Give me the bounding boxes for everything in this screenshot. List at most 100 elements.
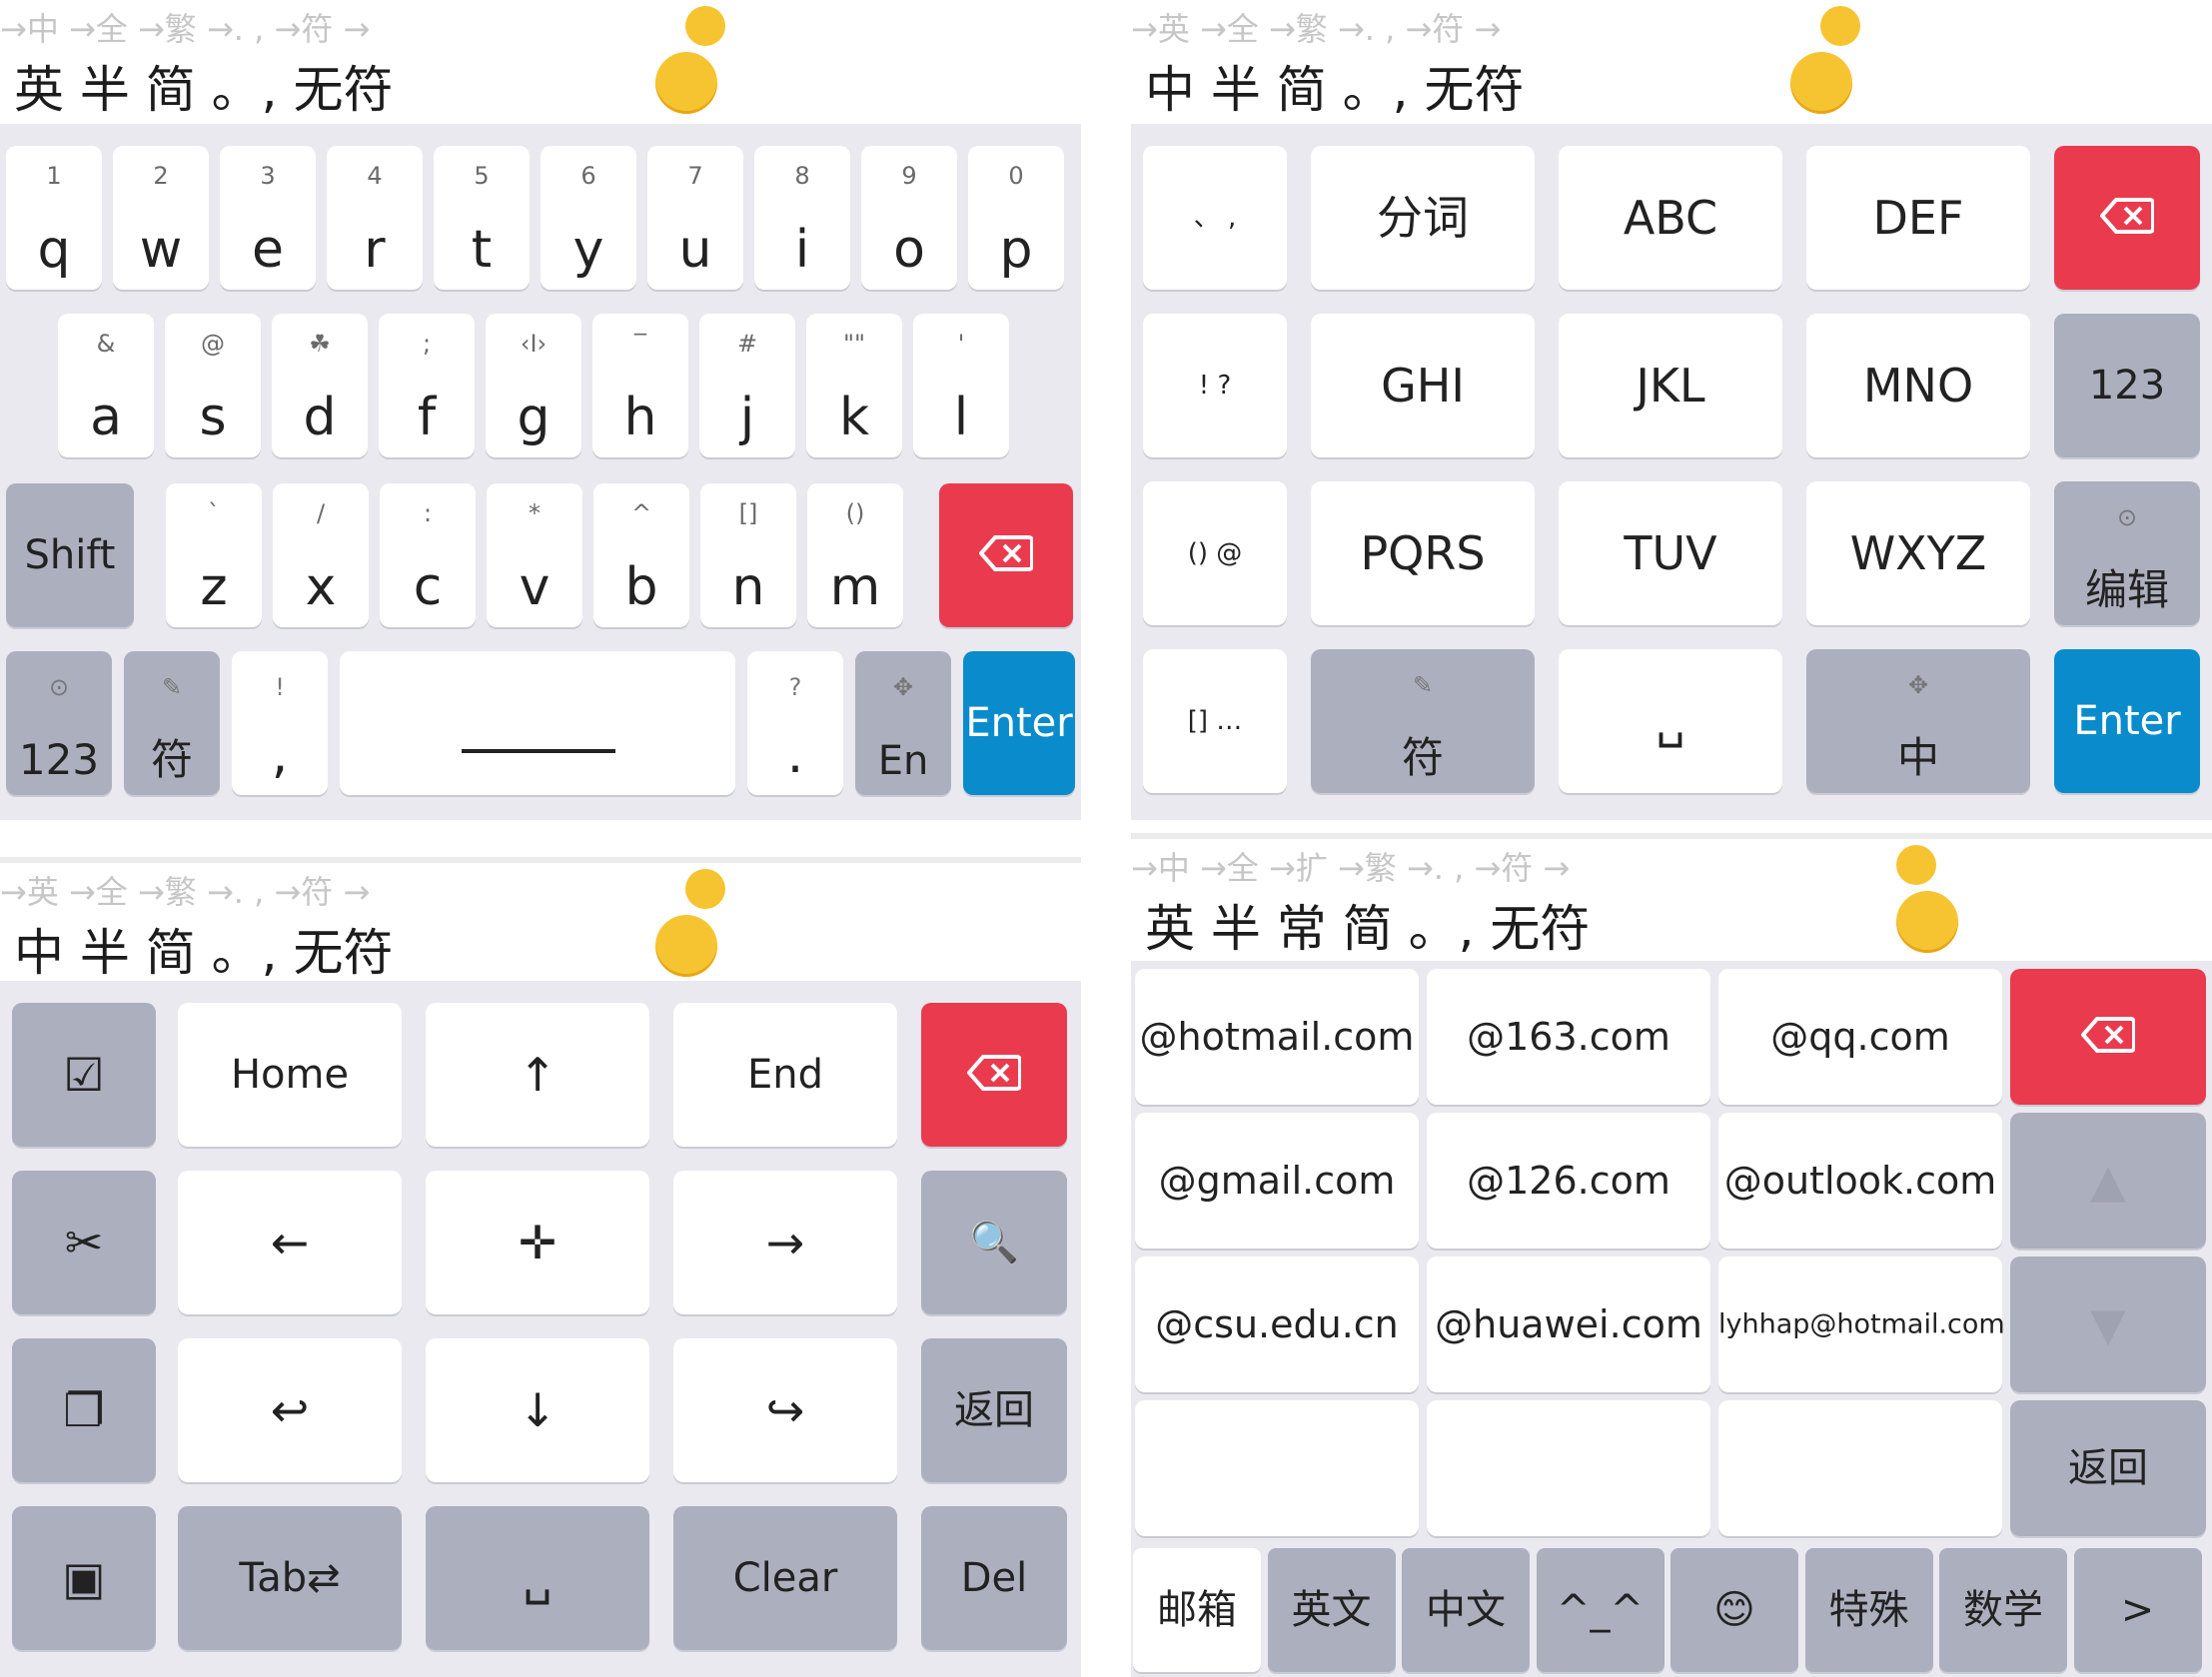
email-suggestion-key[interactable]: lyhhap@hotmail.com bbox=[1718, 1257, 2005, 1392]
letter-key-17[interactable]: "" k bbox=[806, 314, 902, 457]
abc-key[interactable]: ABC bbox=[1559, 146, 1782, 290]
category-tab[interactable]: > bbox=[2073, 1548, 2202, 1672]
mode-switches[interactable]: 英 半 常 简 。, 无符 bbox=[1145, 889, 1590, 961]
category-tab[interactable]: 数学 bbox=[1939, 1548, 2067, 1672]
email-suggestion-key[interactable]: @outlook.com bbox=[1718, 1113, 2002, 1249]
cut-key[interactable]: ✂ bbox=[12, 1171, 156, 1314]
wxyz-key[interactable]: WXYZ bbox=[1806, 481, 2030, 625]
backspace-key[interactable] bbox=[2010, 969, 2206, 1105]
space-key[interactable] bbox=[340, 651, 735, 795]
home-key[interactable]: Home bbox=[178, 1003, 402, 1147]
number-mode-key[interactable]: 123 bbox=[2054, 314, 2200, 457]
backspace-key[interactable] bbox=[921, 1003, 1067, 1147]
left-key[interactable]: ← bbox=[178, 1171, 402, 1314]
letter-key-10[interactable]: & a bbox=[58, 314, 154, 457]
emoji-icon[interactable] bbox=[1790, 52, 1852, 114]
paste-key[interactable]: ▣ bbox=[12, 1506, 156, 1650]
category-tab[interactable]: 特殊 bbox=[1804, 1548, 1933, 1672]
edit-key[interactable]: ⊙ 编辑 bbox=[2054, 481, 2200, 625]
letter-key-11[interactable]: @ s bbox=[165, 314, 261, 457]
redo-key[interactable]: ↪ bbox=[673, 1338, 897, 1482]
up-key[interactable]: ↑ bbox=[426, 1003, 649, 1147]
split-key[interactable]: 分词 bbox=[1311, 146, 1535, 290]
emoji-icon[interactable] bbox=[655, 915, 717, 977]
letter-key-2[interactable]: 3e bbox=[220, 146, 316, 290]
punct-key-3[interactable]: () @ bbox=[1143, 481, 1287, 625]
tab-key[interactable]: Tab⇄ bbox=[178, 1506, 402, 1650]
undo-key[interactable]: ↩ bbox=[178, 1338, 402, 1482]
email-suggestion-key[interactable] bbox=[1135, 1400, 1419, 1536]
punct-key-4[interactable]: [] … bbox=[1143, 649, 1287, 793]
letter-key-25[interactable]: () m bbox=[807, 483, 903, 627]
letter-key-7[interactable]: 8i bbox=[754, 146, 850, 290]
scroll-up-key[interactable]: ▲ bbox=[2010, 1113, 2206, 1249]
category-tab[interactable]: 😊 bbox=[1670, 1548, 1798, 1672]
number-mode-key[interactable]: ⊙ 123 bbox=[6, 651, 112, 795]
mode-switches[interactable]: 中 半 简 。, 无符 bbox=[1145, 50, 1524, 122]
punct-key-1[interactable]: 、 , bbox=[1143, 146, 1287, 290]
letter-key-8[interactable]: 9o bbox=[861, 146, 957, 290]
clear-key[interactable]: Clear bbox=[673, 1506, 897, 1650]
enter-key[interactable]: Enter bbox=[2054, 649, 2200, 793]
def-key[interactable]: DEF bbox=[1806, 146, 2030, 290]
punct-key-2[interactable]: ! ? bbox=[1143, 314, 1287, 457]
tuv-key[interactable]: TUV bbox=[1559, 481, 1782, 625]
email-suggestion-key[interactable] bbox=[1718, 1400, 2002, 1536]
space-key[interactable]: ␣ bbox=[426, 1506, 649, 1650]
language-key[interactable]: ✥ En bbox=[855, 651, 951, 795]
email-suggestion-key[interactable] bbox=[1427, 1400, 1710, 1536]
right-key[interactable]: → bbox=[673, 1171, 897, 1314]
letter-key-0[interactable]: 1q bbox=[6, 146, 102, 290]
mode-switches[interactable]: 英 半 简 。, 无符 bbox=[14, 50, 393, 122]
letter-key-20[interactable]: / x bbox=[273, 483, 369, 627]
letter-key-15[interactable]: ‾ h bbox=[592, 314, 688, 457]
email-suggestion-key[interactable]: @126.com bbox=[1427, 1113, 1710, 1249]
category-tab[interactable]: 邮箱 bbox=[1133, 1548, 1261, 1672]
search-key[interactable]: 🔍 bbox=[921, 1171, 1067, 1314]
scroll-down-key[interactable]: ▼ bbox=[2010, 1257, 2206, 1392]
letter-key-14[interactable]: ‹I› g bbox=[486, 314, 581, 457]
mno-key[interactable]: MNO bbox=[1806, 314, 2030, 457]
letter-key-4[interactable]: 5t bbox=[434, 146, 530, 290]
move-cursor-key[interactable]: ✛ bbox=[426, 1171, 649, 1314]
letter-key-1[interactable]: 2w bbox=[113, 146, 209, 290]
backspace-key[interactable] bbox=[939, 483, 1073, 627]
jkl-key[interactable]: JKL bbox=[1559, 314, 1782, 457]
delete-key[interactable]: Del bbox=[921, 1506, 1067, 1650]
letter-key-6[interactable]: 7u bbox=[647, 146, 743, 290]
symbol-key[interactable]: ✎ 符 bbox=[1311, 649, 1535, 793]
down-key[interactable]: ↓ bbox=[426, 1338, 649, 1482]
period-key[interactable]: ? . bbox=[747, 651, 843, 795]
letter-key-23[interactable]: ^ b bbox=[593, 483, 689, 627]
space-key[interactable]: ␣ bbox=[1559, 649, 1782, 793]
letter-key-21[interactable]: :c bbox=[380, 483, 476, 627]
symbol-key[interactable]: ✎ 符 bbox=[124, 651, 220, 795]
back-key[interactable]: 返回 bbox=[2010, 1400, 2206, 1536]
ghi-key[interactable]: GHI bbox=[1311, 314, 1535, 457]
letter-key-9[interactable]: 0p bbox=[968, 146, 1064, 290]
select-key[interactable]: ☑ bbox=[12, 1003, 156, 1147]
email-suggestion-key[interactable]: @163.com bbox=[1427, 969, 1710, 1105]
back-key[interactable]: 返回 bbox=[921, 1338, 1067, 1482]
category-tab[interactable]: 英文 bbox=[1267, 1548, 1396, 1672]
comma-key[interactable]: ! , bbox=[232, 651, 328, 795]
category-tab[interactable]: ^_^ bbox=[1536, 1548, 1664, 1672]
letter-key-12[interactable]: ☘ d bbox=[272, 314, 368, 457]
end-key[interactable]: End bbox=[673, 1003, 897, 1147]
language-key[interactable]: ✥ 中 bbox=[1806, 649, 2030, 793]
letter-key-19[interactable]: ` z bbox=[166, 483, 262, 627]
category-tab[interactable]: 中文 bbox=[1402, 1548, 1530, 1672]
emoji-icon[interactable] bbox=[655, 52, 717, 114]
letter-key-18[interactable]: ' l bbox=[913, 314, 1009, 457]
enter-key[interactable]: Enter bbox=[963, 651, 1075, 795]
backspace-key[interactable] bbox=[2054, 146, 2200, 290]
letter-key-3[interactable]: 4r bbox=[327, 146, 423, 290]
letter-key-22[interactable]: * v bbox=[487, 483, 582, 627]
email-suggestion-key[interactable]: @gmail.com bbox=[1135, 1113, 1419, 1249]
email-suggestion-key[interactable]: @huawei.com bbox=[1427, 1257, 1710, 1392]
letter-key-5[interactable]: 6y bbox=[541, 146, 636, 290]
pqrs-key[interactable]: PQRS bbox=[1311, 481, 1535, 625]
emoji-icon[interactable] bbox=[1896, 891, 1958, 953]
email-suggestion-key[interactable]: @qq.com bbox=[1718, 969, 2002, 1105]
letter-key-24[interactable]: [] n bbox=[700, 483, 796, 627]
